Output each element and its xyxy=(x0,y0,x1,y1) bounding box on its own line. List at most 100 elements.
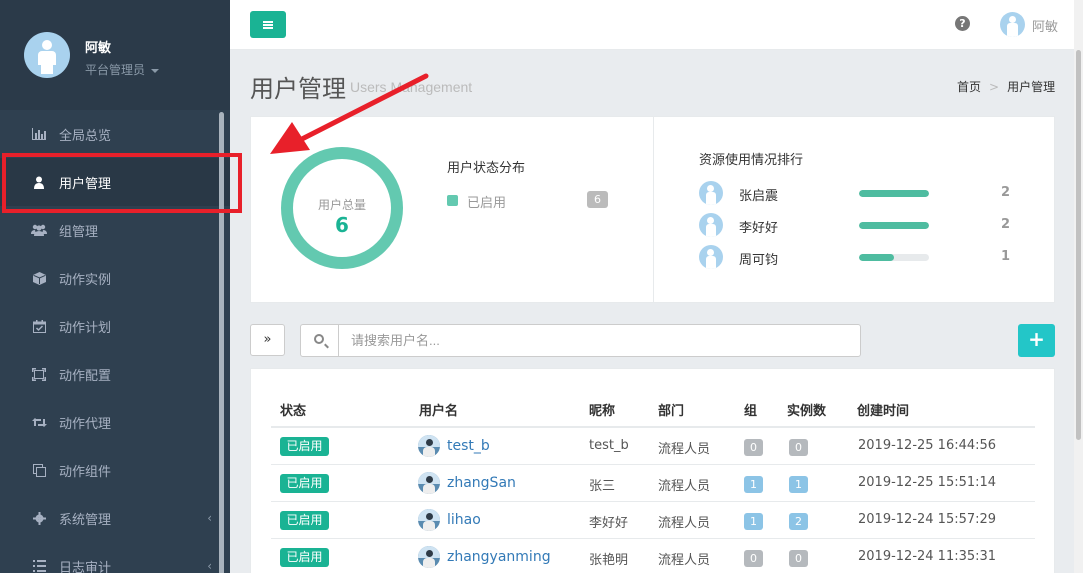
group-count-badge: 0 xyxy=(744,550,763,567)
username-link[interactable]: lihao xyxy=(447,512,481,528)
page-title: 用户管理 xyxy=(250,75,346,103)
donut-label: 用户总量 xyxy=(317,198,366,212)
profile-role: 平台管理员 xyxy=(85,63,146,77)
breadcrumb-home[interactable]: 首页 xyxy=(957,80,981,94)
department-cell: 流程人员 xyxy=(658,479,711,494)
sidebar-item-action-config[interactable]: 动作配置 xyxy=(0,350,230,398)
legend-count-badge: 6 xyxy=(587,191,608,208)
table-row[interactable]: 已启用 zhangyanming 张艳明 流程人员 0 0 2019-12-24… xyxy=(271,539,1035,573)
avatar xyxy=(699,245,723,269)
department-cell: 流程人员 xyxy=(658,516,711,531)
status-distribution-title: 用户状态分布 xyxy=(447,161,526,176)
legend-swatch xyxy=(447,195,458,206)
retweet-icon xyxy=(31,415,47,429)
sidebar-item-label: 动作实例 xyxy=(59,272,112,288)
status-badge: 已启用 xyxy=(280,474,329,493)
ranking-row: 李好好 2 xyxy=(699,213,1039,239)
sidebar-item-system[interactable]: 系统管理 ‹ xyxy=(0,494,230,542)
ranking-row: 周可钧 1 xyxy=(699,245,1039,271)
sidebar-item-label: 系统管理 xyxy=(59,512,112,528)
page-scrollbar[interactable] xyxy=(1074,0,1083,573)
status-badge: 已启用 xyxy=(280,437,329,456)
avatar[interactable] xyxy=(1000,12,1025,37)
topbar: ? 阿敏 xyxy=(230,0,1083,50)
expand-button[interactable]: » xyxy=(250,324,285,356)
sidebar-item-label: 全局总览 xyxy=(59,128,112,144)
sidebar: 阿敏 平台管理员 全局总览 用户管理 组管理 动作实例 动作计划 动作配置 动作… xyxy=(0,0,230,573)
avatar[interactable] xyxy=(24,32,70,78)
column-header-created[interactable]: 创建时间 xyxy=(857,400,909,419)
created-time-cell: 2019-12-25 15:51:14 xyxy=(858,475,997,490)
sidebar-item-groups[interactable]: 组管理 xyxy=(0,206,230,254)
created-time-cell: 2019-12-24 15:57:29 xyxy=(858,512,997,527)
column-header-instances[interactable]: 实例数 xyxy=(787,400,826,419)
search-icon[interactable] xyxy=(300,324,339,357)
ranking-value: 1 xyxy=(1001,249,1011,264)
sidebar-item-label: 动作配置 xyxy=(59,368,112,384)
ranking-name: 周可钧 xyxy=(739,253,779,268)
sidebar-item-label: 日志审计 xyxy=(59,560,112,573)
users-icon xyxy=(31,223,47,237)
created-time-cell: 2019-12-25 16:44:56 xyxy=(858,438,997,453)
column-header-nickname[interactable]: 昵称 xyxy=(589,400,615,419)
avatar xyxy=(418,472,440,494)
chevron-left-icon: ‹ xyxy=(207,559,212,573)
help-icon[interactable]: ? xyxy=(955,16,970,31)
sidebar-item-label: 动作计划 xyxy=(59,320,112,336)
sidebar-item-action-instances[interactable]: 动作实例 xyxy=(0,254,230,302)
table-row[interactable]: 已启用 zhangSan 张三 流程人员 1 1 2019-12-25 15:5… xyxy=(271,465,1035,502)
bar-chart-icon xyxy=(31,127,47,141)
caret-down-icon xyxy=(151,68,160,73)
nickname-cell: 张艳明 xyxy=(589,553,629,568)
group-count-badge: 1 xyxy=(744,476,763,493)
ranking-name: 张启震 xyxy=(739,189,779,204)
sidebar-profile: 阿敏 平台管理员 xyxy=(0,0,230,110)
ranking-title: 资源使用情况排行 xyxy=(699,153,804,168)
breadcrumb-current: 用户管理 xyxy=(1007,80,1056,94)
breadcrumb: 首页 > 用户管理 xyxy=(957,80,1056,94)
cube-icon xyxy=(31,271,47,285)
column-header-group[interactable]: 组 xyxy=(744,400,757,419)
search-input[interactable] xyxy=(338,324,861,357)
sidebar-item-audit[interactable]: 日志审计 ‹ xyxy=(0,542,230,573)
status-badge: 已启用 xyxy=(280,511,329,530)
calendar-check-icon xyxy=(31,319,47,333)
table-row[interactable]: 已启用 test_b test_b 流程人员 0 0 2019-12-25 16… xyxy=(271,428,1035,465)
menu-toggle-button[interactable] xyxy=(250,11,286,38)
username-link[interactable]: test_b xyxy=(447,438,490,454)
avatar xyxy=(418,435,440,457)
ranking-value: 2 xyxy=(1001,185,1011,200)
column-header-username[interactable]: 用户名 xyxy=(419,400,458,419)
sidebar-item-label: 动作代理 xyxy=(59,416,112,432)
clone-icon xyxy=(31,463,47,477)
username-link[interactable]: zhangyanming xyxy=(447,549,551,565)
user-total-donut: 用户总量 6 xyxy=(281,147,403,269)
column-header-status[interactable]: 状态 xyxy=(280,400,306,419)
nickname-cell: 张三 xyxy=(589,479,616,494)
instance-count-badge: 0 xyxy=(789,550,808,567)
table-row[interactable]: 已启用 lihao 李好好 流程人员 1 2 2019-12-24 15:57:… xyxy=(271,502,1035,539)
sidebar-item-label: 组管理 xyxy=(59,224,99,240)
avatar xyxy=(699,213,723,237)
avatar xyxy=(418,546,440,568)
sidebar-item-action-components[interactable]: 动作组件 xyxy=(0,446,230,494)
column-header-department[interactable]: 部门 xyxy=(658,400,684,419)
sidebar-item-overview[interactable]: 全局总览 xyxy=(0,110,230,158)
gear-icon xyxy=(31,511,47,525)
ranking-name: 李好好 xyxy=(739,221,779,236)
ranking-progress-bar xyxy=(859,190,929,197)
username-link[interactable]: zhangSan xyxy=(447,475,516,491)
hamburger-icon xyxy=(263,20,273,29)
sidebar-item-action-agents[interactable]: 动作代理 xyxy=(0,398,230,446)
ranking-progress-bar xyxy=(859,254,929,261)
ranking-progress-bar xyxy=(859,222,929,229)
avatar xyxy=(699,181,723,205)
profile-role-dropdown[interactable]: 平台管理员 xyxy=(85,61,160,78)
page-subtitle: Users Management xyxy=(350,79,473,95)
list-icon xyxy=(31,559,47,573)
divider xyxy=(653,117,654,302)
sidebar-item-action-plans[interactable]: 动作计划 xyxy=(0,302,230,350)
add-user-button[interactable]: + xyxy=(1018,324,1055,357)
instance-count-badge: 0 xyxy=(789,439,808,456)
user-name[interactable]: 阿敏 xyxy=(1032,16,1058,35)
